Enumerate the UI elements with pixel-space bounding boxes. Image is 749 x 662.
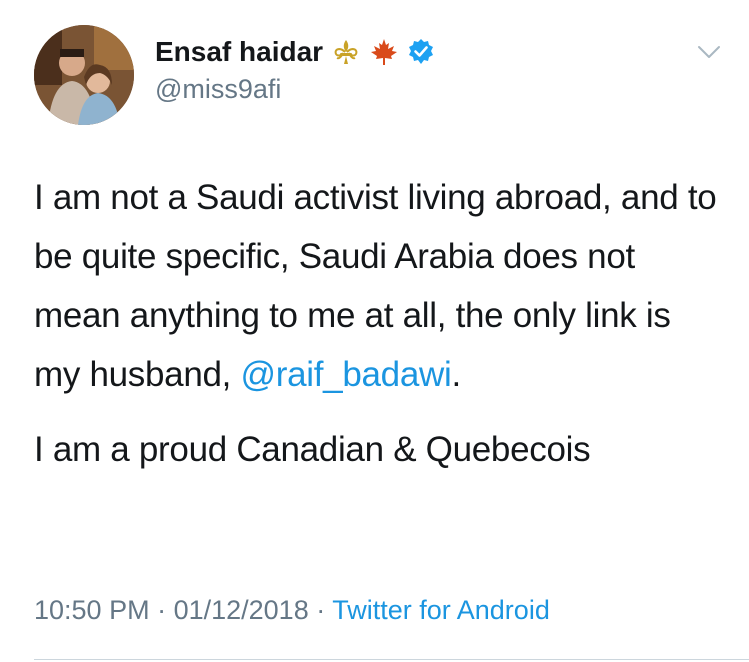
mention-link[interactable]: @raif_badawi xyxy=(241,355,452,394)
fleur-de-lis-icon xyxy=(331,37,361,67)
user-handle[interactable]: @miss9afi xyxy=(155,72,675,106)
display-name[interactable]: Ensaf haidar xyxy=(155,34,323,70)
meta-separator: · xyxy=(308,595,333,625)
tweet-date[interactable]: 01/12/2018 xyxy=(174,595,309,625)
tweet-meta: 10:50 PM · 01/12/2018 · Twitter for Andr… xyxy=(34,592,550,628)
divider xyxy=(34,659,749,660)
tweet-paragraph-2: I am a proud Canadian & Quebecois xyxy=(34,430,591,469)
avatar-photo xyxy=(34,25,134,125)
verified-badge-icon xyxy=(407,37,435,67)
meta-separator: · xyxy=(149,595,174,625)
name-row: Ensaf haidar xyxy=(155,34,675,70)
tweet-card: Ensaf haidar @miss9afi I am not a Saudi … xyxy=(0,0,749,662)
avatar[interactable] xyxy=(34,25,134,125)
tweet-body-text-end: . xyxy=(451,355,461,394)
tweet-time[interactable]: 10:50 PM xyxy=(34,595,150,625)
chevron-down-icon[interactable] xyxy=(694,40,724,64)
tweet-source-link[interactable]: Twitter for Android xyxy=(332,595,550,625)
tweet-header: Ensaf haidar @miss9afi xyxy=(155,34,675,106)
maple-leaf-icon xyxy=(369,37,399,67)
tweet-paragraph: I am not a Saudi activist living abroad,… xyxy=(34,168,724,404)
tweet-text: I am not a Saudi activist living abroad,… xyxy=(34,168,724,479)
